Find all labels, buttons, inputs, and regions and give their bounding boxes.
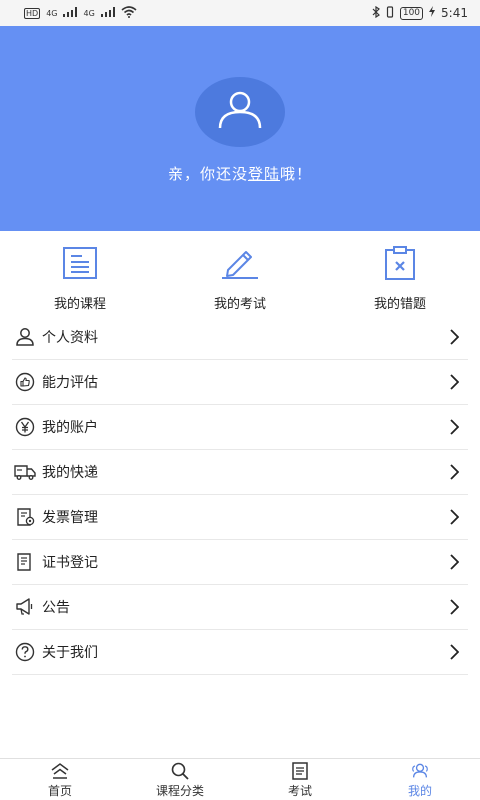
home-icon <box>50 761 70 781</box>
tab-course-category[interactable]: 课程分类 <box>120 759 240 800</box>
menu-item-label: 能力评估 <box>42 375 98 391</box>
tab-mine[interactable]: 我的 <box>360 759 480 800</box>
bottom-tab-bar: 首页 课程分类 考试 我的 <box>0 758 480 800</box>
exam-pencil-icon <box>220 245 260 281</box>
status-right: 100 5:41 <box>372 5 468 21</box>
wifi-icon <box>121 5 137 21</box>
avatar-user-icon <box>217 90 263 134</box>
bluetooth-icon <box>372 5 380 21</box>
menu-item-label: 个人资料 <box>42 330 98 346</box>
hd-indicator: HD <box>24 7 41 19</box>
people-icon <box>410 761 430 781</box>
megaphone-icon <box>14 596 36 618</box>
login-link[interactable]: 登陆 <box>248 165 280 183</box>
tab-exam-label: 考试 <box>287 783 312 798</box>
login-prompt-suffix: 哦！ <box>280 165 313 183</box>
chevron-right-icon <box>446 554 462 570</box>
menu-item-account[interactable]: 我的账户 <box>12 405 468 450</box>
menu-item-label: 关于我们 <box>42 645 98 661</box>
question-icon <box>14 641 36 663</box>
menu-item-label: 我的账户 <box>42 420 98 436</box>
charging-icon <box>429 6 436 20</box>
status-left: HD 4G 4G <box>24 5 137 21</box>
my-wrong-questions-label: 我的错题 <box>373 297 426 312</box>
network-type-1: 4G <box>46 8 58 18</box>
thumb-up-icon <box>14 371 36 393</box>
chevron-right-icon <box>446 464 462 480</box>
menu-item-invoice[interactable]: 发票管理 <box>12 495 468 540</box>
truck-icon <box>14 461 36 483</box>
user-icon <box>14 326 36 348</box>
menu-item-label: 证书登记 <box>42 555 98 571</box>
network-type-2: 4G <box>83 8 95 18</box>
tab-home-label: 首页 <box>47 783 72 798</box>
my-exams-label: 我的考试 <box>213 297 266 312</box>
signal-icon <box>63 6 78 20</box>
yen-icon <box>14 416 36 438</box>
tab-course-category-label: 课程分类 <box>155 783 204 798</box>
chevron-right-icon <box>446 419 462 435</box>
menu-item-label: 公告 <box>42 600 70 616</box>
chevron-right-icon <box>446 644 462 660</box>
status-bar: HD 4G 4G 100 5:41 <box>0 0 480 26</box>
menu-item-about-us[interactable]: 关于我们 <box>12 630 468 675</box>
tab-home[interactable]: 首页 <box>0 759 120 800</box>
menu-item-announcement[interactable]: 公告 <box>12 585 468 630</box>
battery-level: 100 <box>399 6 424 20</box>
certificate-icon <box>14 551 36 573</box>
tab-mine-label: 我的 <box>407 783 432 798</box>
chevron-right-icon <box>446 509 462 525</box>
menu-item-express[interactable]: 我的快递 <box>12 450 468 495</box>
menu-item-ability-assessment[interactable]: 能力评估 <box>12 360 468 405</box>
profile-menu: 个人资料 能力评估 我的账户 我的快递 发票管理 证书登记 公告 关于我们 <box>12 315 468 675</box>
my-courses-label: 我的课程 <box>53 297 106 312</box>
wrong-questions-icon <box>380 245 420 281</box>
menu-item-certificate[interactable]: 证书登记 <box>12 540 468 585</box>
invoice-icon <box>14 506 36 528</box>
my-exams-entry[interactable]: 我的考试 <box>160 231 320 316</box>
menu-item-label: 发票管理 <box>42 510 98 526</box>
avatar[interactable] <box>195 77 285 147</box>
search-icon <box>170 761 190 781</box>
signal-icon-2 <box>100 6 115 20</box>
chevron-right-icon <box>446 599 462 615</box>
quick-entries: 我的课程 我的考试 我的错题 <box>0 231 480 316</box>
clock-time: 5:41 <box>441 6 468 20</box>
login-prompt: 亲，你还没登陆哦！ <box>0 163 480 184</box>
chevron-right-icon <box>446 374 462 390</box>
profile-header: 亲，你还没登陆哦！ <box>0 26 480 231</box>
exam-doc-icon <box>290 761 310 781</box>
chevron-right-icon <box>446 329 462 345</box>
course-icon <box>60 245 100 281</box>
login-prompt-prefix: 亲，你还没 <box>167 165 248 183</box>
menu-item-profile[interactable]: 个人资料 <box>12 315 468 360</box>
vibrate-icon <box>386 5 394 21</box>
my-courses-entry[interactable]: 我的课程 <box>0 231 160 316</box>
my-wrong-questions-entry[interactable]: 我的错题 <box>320 231 480 316</box>
menu-item-label: 我的快递 <box>42 465 98 481</box>
tab-exam[interactable]: 考试 <box>240 759 360 800</box>
